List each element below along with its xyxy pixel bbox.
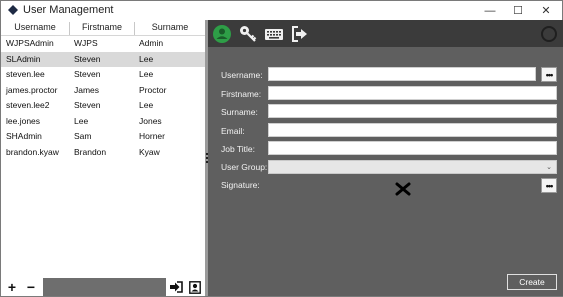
column-header-surname[interactable]: Surname: [135, 22, 205, 34]
username-cell: steven.lee2: [6, 100, 50, 110]
user-group-label: User Group:: [221, 162, 268, 172]
user-card-icon: [189, 280, 201, 294]
remove-user-button[interactable]: −: [22, 278, 40, 296]
firstname-cell: Brandon: [74, 146, 107, 157]
username-field[interactable]: [268, 67, 536, 81]
username-cell: brandon.kyaw: [6, 146, 59, 157]
firstname-cell: Lee: [74, 115, 89, 126]
plus-icon: +: [7, 279, 17, 295]
list-action-bar: + −: [1, 278, 205, 296]
firstname-field[interactable]: [268, 86, 557, 100]
surname-cell: Lee: [139, 100, 154, 110]
surname-cell: Kyaw: [139, 146, 160, 157]
details-toolbar: [208, 20, 563, 47]
table-row[interactable]: WJPSAdmin WJPS Admin: [1, 36, 205, 52]
surname-cell: Lee: [139, 69, 154, 79]
column-header-username[interactable]: Username: [1, 22, 69, 34]
firstname-label: Firstname:: [221, 89, 262, 99]
surname-cell: Lee: [139, 53, 154, 64]
email-label: Email:: [221, 126, 245, 136]
surname-cell: Jones: [139, 115, 162, 126]
minus-icon: −: [26, 279, 36, 295]
app-icon: [8, 5, 18, 15]
surname-label: Surname:: [221, 107, 258, 117]
surname-field[interactable]: [268, 104, 557, 118]
chevron-down-icon: ⌄: [546, 164, 552, 171]
surname-cell: Admin: [139, 38, 164, 48]
firstname-cell: Steven: [74, 69, 101, 79]
username-cell: steven.lee: [6, 69, 45, 79]
firstname-cell: WJPS: [74, 38, 98, 48]
signature-label: Signature:: [221, 180, 260, 190]
firstname-cell: Steven: [74, 53, 101, 64]
title-bar: User Management — ☐ ✕: [1, 1, 562, 20]
sign-in-icon: [169, 281, 183, 293]
add-user-button[interactable]: +: [3, 278, 21, 296]
username-cell: WJPSAdmin: [6, 38, 54, 48]
username-cell: lee.jones: [6, 115, 41, 126]
key-icon[interactable]: [238, 24, 258, 44]
firstname-cell: James: [74, 84, 100, 95]
user-details-pane: Username: ••• Firstname: Surname: Email:…: [208, 20, 563, 296]
create-button[interactable]: Create: [507, 274, 557, 290]
username-cell: SHAdmin: [6, 131, 42, 141]
username-cell: james.proctor: [6, 84, 58, 95]
job-title-label: Job Title:: [221, 144, 256, 154]
user-card-button[interactable]: [186, 278, 204, 296]
surname-cell: Horner: [139, 131, 165, 141]
sign-out-icon[interactable]: [290, 24, 310, 44]
import-button[interactable]: [167, 278, 185, 296]
user-list: WJPSAdmin WJPS Admin SLAdmin Steven Lee …: [1, 36, 205, 160]
action-bar-spacer: [43, 278, 166, 296]
status-ring-icon: [541, 26, 557, 42]
maximize-button[interactable]: ☐: [504, 1, 532, 20]
table-row[interactable]: SHAdmin Sam Horner: [1, 129, 205, 145]
signature-browse-button[interactable]: •••: [541, 178, 557, 193]
table-row[interactable]: james.proctor James Proctor: [1, 83, 205, 99]
close-button[interactable]: ✕: [532, 1, 560, 20]
table-row[interactable]: steven.lee Steven Lee: [1, 67, 205, 83]
user-add-icon[interactable]: [212, 24, 232, 44]
job-title-field[interactable]: [268, 141, 557, 155]
username-cell: SLAdmin: [6, 53, 41, 64]
username-browse-button[interactable]: •••: [541, 67, 557, 82]
table-row-selected[interactable]: SLAdmin Steven Lee: [1, 51, 205, 67]
window-title: User Management: [23, 4, 114, 16]
minimize-button[interactable]: —: [476, 1, 504, 20]
table-row[interactable]: lee.jones Lee Jones: [1, 114, 205, 130]
clear-signature-icon[interactable]: [395, 181, 411, 197]
surname-cell: Proctor: [139, 84, 167, 95]
user-management-window: User Management — ☐ ✕ Username Firstname…: [0, 0, 563, 297]
table-row[interactable]: steven.lee2 Steven Lee: [1, 98, 205, 114]
firstname-cell: Steven: [74, 100, 101, 110]
user-list-pane: Username Firstname Surname WJPSAdmin WJP…: [1, 20, 205, 296]
user-group-select[interactable]: ⌄: [268, 160, 557, 174]
email-field[interactable]: [268, 123, 557, 137]
username-label: Username:: [221, 70, 263, 80]
keyboard-icon[interactable]: [264, 24, 284, 44]
firstname-cell: Sam: [74, 131, 92, 141]
table-row[interactable]: brandon.kyaw Brandon Kyaw: [1, 145, 205, 161]
column-header-firstname[interactable]: Firstname: [70, 22, 134, 34]
